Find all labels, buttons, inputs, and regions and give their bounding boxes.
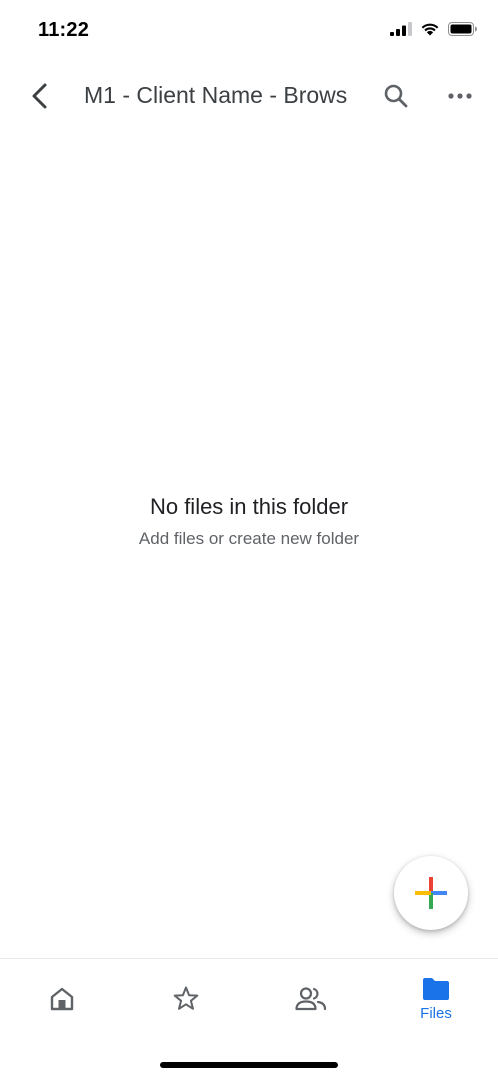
app-bar: M1 - Client Name - Brows xyxy=(0,60,498,132)
empty-state-title: No files in this folder xyxy=(149,494,349,519)
nav-item-files-label: Files xyxy=(420,1004,452,1022)
status-bar: 11:22 xyxy=(0,0,498,60)
status-icons xyxy=(390,21,478,36)
nav-item-shared[interactable] xyxy=(249,959,373,1039)
search-icon xyxy=(384,84,408,108)
status-time: 11:22 xyxy=(38,19,90,41)
battery-icon xyxy=(448,21,477,36)
nav-item-files[interactable]: Files xyxy=(374,959,498,1039)
add-fab-button[interactable] xyxy=(394,856,468,930)
home-indicator[interactable] xyxy=(160,1062,338,1068)
shared-people-icon xyxy=(295,987,327,1011)
empty-state: No files in this folder Add files or cre… xyxy=(0,494,498,549)
wifi-icon xyxy=(421,23,439,36)
search-button[interactable] xyxy=(380,80,412,112)
folder-icon xyxy=(423,977,449,1000)
nav-item-home[interactable] xyxy=(0,959,124,1039)
more-options-button[interactable] xyxy=(444,80,476,112)
cellular-signal-icon xyxy=(390,21,412,36)
chevron-left-icon xyxy=(32,83,47,109)
more-horizontal-icon xyxy=(448,93,472,99)
star-icon xyxy=(173,986,199,1010)
home-icon xyxy=(50,987,74,1011)
back-button[interactable] xyxy=(22,78,56,114)
google-plus-icon xyxy=(415,877,447,909)
empty-state-subtitle: Add files or create new folder xyxy=(138,529,360,548)
nav-item-starred[interactable] xyxy=(124,959,248,1039)
page-title: M1 - Client Name - Brows xyxy=(84,82,348,108)
